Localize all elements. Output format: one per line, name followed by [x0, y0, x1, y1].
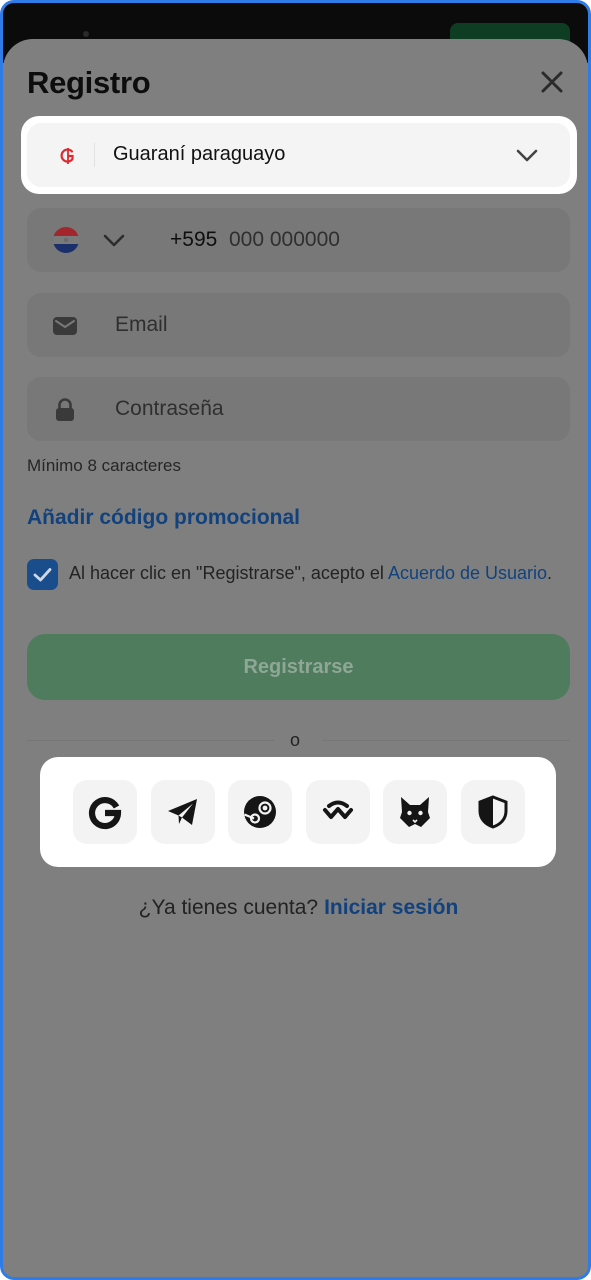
terms-text: Al hacer clic en "Registrarse", acepto e…: [69, 561, 559, 585]
walletconnect-icon: [323, 800, 353, 819]
currency-select[interactable]: Guaraní paraguayo: [27, 123, 570, 187]
shield-icon: [478, 795, 508, 829]
walletconnect-login-button[interactable]: [306, 780, 370, 844]
phone-placeholder: 000 000000: [229, 228, 340, 251]
close-icon[interactable]: [535, 65, 569, 99]
country-chevron-down-icon[interactable]: [100, 226, 128, 254]
terms-period: .: [547, 563, 553, 583]
divider-line-left: [27, 740, 275, 741]
telegram-login-button[interactable]: [151, 780, 215, 844]
divider: [94, 143, 95, 167]
password-hint: Mínimo 8 caracteres: [27, 456, 181, 475]
checkmark-icon: [33, 568, 52, 582]
divider-line-right: [322, 740, 570, 741]
email-placeholder: Email: [115, 313, 168, 336]
terms-label: Al hacer clic en "Registrarse", acepto e…: [69, 563, 388, 583]
password-placeholder: Contraseña: [115, 397, 224, 420]
device-frame: Registro Guaraní paraguayo +595 000 0000…: [0, 0, 591, 1280]
divider-or: o: [290, 730, 301, 750]
chevron-down-icon: [513, 141, 541, 169]
login-prompt: ¿Ya tienes cuenta? Iniciar sesión: [3, 896, 588, 920]
google-login-button[interactable]: [73, 780, 137, 844]
paraguay-flag-icon: [53, 227, 79, 253]
phone-field[interactable]: +595 000 000000: [27, 208, 570, 272]
add-promo-code-link[interactable]: Añadir código promocional: [27, 506, 300, 530]
password-field[interactable]: Contraseña: [27, 377, 570, 441]
user-agreement-link[interactable]: Acuerdo de Usuario: [388, 563, 547, 583]
telegram-icon: [168, 799, 197, 825]
terms-checkbox[interactable]: [27, 559, 58, 590]
lock-icon: [51, 396, 79, 424]
steam-icon: [244, 796, 276, 828]
shield-login-button[interactable]: [461, 780, 525, 844]
sign-in-link[interactable]: Iniciar sesión: [324, 896, 458, 919]
guarani-icon: [57, 145, 79, 167]
page-title: Registro: [27, 65, 151, 100]
google-icon: [88, 796, 122, 830]
phone-prefix: +595: [170, 228, 218, 251]
camera-dot: [83, 31, 89, 37]
have-account-text: ¿Ya tienes cuenta?: [138, 896, 319, 919]
currency-label: Guaraní paraguayo: [113, 143, 286, 165]
email-field[interactable]: Email: [27, 293, 570, 357]
steam-login-button[interactable]: [228, 780, 292, 844]
register-button[interactable]: Registrarse: [27, 634, 570, 700]
metamask-fox-icon: [400, 797, 430, 827]
envelope-icon: [51, 312, 79, 340]
metamask-login-button[interactable]: [383, 780, 447, 844]
